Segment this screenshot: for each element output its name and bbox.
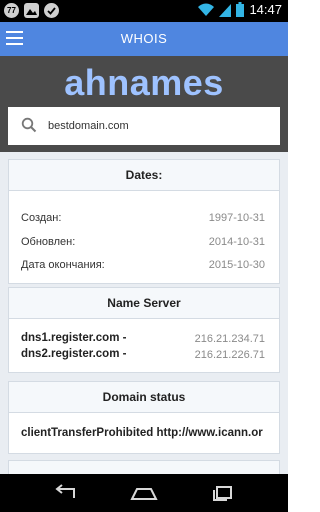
name-server-title: Name Server — [9, 288, 279, 319]
expiry-label: Дата окончания: — [21, 259, 105, 271]
ahnames-logo: ahnames — [64, 62, 224, 103]
updated-label: Обновлен: — [21, 236, 76, 248]
name-server-row: dns1.register.com - 216.21.234.71 — [21, 332, 265, 345]
next-card-title — [9, 461, 279, 474]
search-icon[interactable] — [21, 117, 37, 133]
system-icons: 14:47 — [198, 2, 282, 17]
updated-row: Обновлен: 2014-10-31 — [21, 236, 265, 248]
search-box[interactable] — [8, 107, 280, 145]
clock: 14:47 — [249, 2, 282, 17]
image-icon — [24, 3, 39, 18]
domain-status-value[interactable]: clientTransferProhibited http://www.ican… — [21, 427, 263, 439]
name-server-card: Name Server dns1.register.com - 216.21.2… — [8, 287, 280, 373]
name-server-row: dns2.register.com - 216.21.226.71 — [21, 348, 265, 361]
signal-icon — [219, 3, 232, 17]
wifi-icon — [198, 3, 215, 16]
check-icon — [44, 3, 59, 18]
recent-apps-icon[interactable] — [208, 484, 238, 502]
name-server-host: dns1.register.com - — [21, 332, 127, 344]
created-value: 1997-10-31 — [208, 212, 265, 224]
nfc-icon: 77 — [4, 3, 19, 18]
created-row: Создан: 1997-10-31 — [21, 212, 265, 224]
dates-card: Dates: Создан: 1997-10-31 Обновлен: 2014… — [8, 159, 280, 284]
expiry-row: Дата окончания: 2015-10-30 — [21, 259, 265, 271]
notification-icons: 77 — [4, 3, 59, 18]
dates-title: Dates: — [9, 160, 279, 191]
created-label: Создан: — [21, 212, 62, 224]
navigation-bar — [0, 474, 288, 512]
back-icon[interactable] — [50, 484, 80, 502]
expiry-value: 2015-10-30 — [208, 259, 265, 271]
status-bar: 77 14:47 — [0, 0, 288, 22]
name-server-ip: 216.21.234.71 — [194, 333, 265, 345]
app-title: WHOIS — [120, 31, 168, 46]
name-server-ip: 216.21.226.71 — [194, 349, 265, 361]
whois-results[interactable]: Dates: Создан: 1997-10-31 Обновлен: 2014… — [0, 152, 288, 474]
domain-status-card: Domain status clientTransferProhibited h… — [8, 381, 280, 454]
domain-status-title: Domain status — [9, 382, 279, 413]
updated-value: 2014-10-31 — [208, 236, 265, 248]
name-server-host: dns2.register.com - — [21, 348, 127, 360]
next-card — [8, 460, 280, 474]
battery-icon — [236, 2, 245, 17]
app-bar: WHOIS — [0, 22, 288, 56]
hero-banner: ahnames — [0, 56, 288, 152]
domain-search-input[interactable] — [48, 107, 276, 145]
home-icon[interactable] — [129, 484, 159, 502]
